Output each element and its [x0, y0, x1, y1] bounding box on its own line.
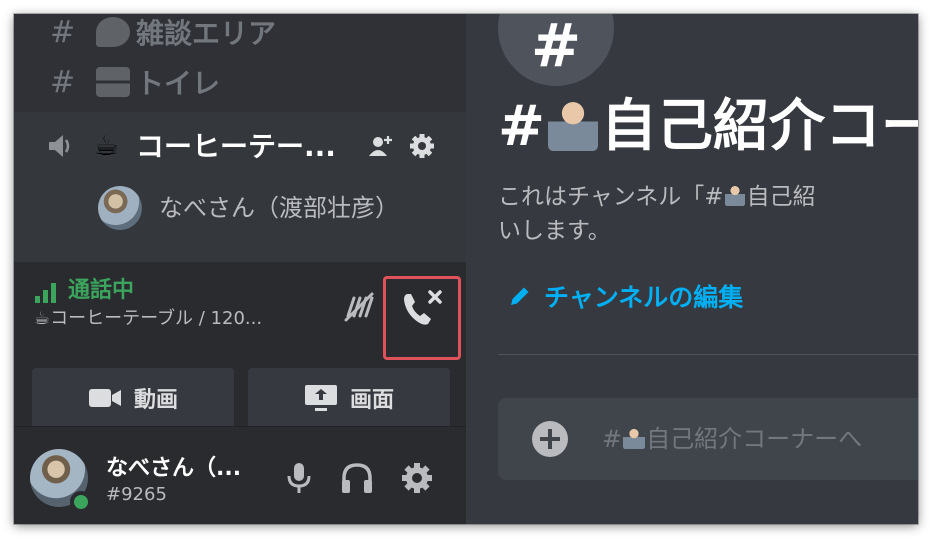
video-label: 動画	[133, 388, 178, 413]
message-composer[interactable]: # 自己紹介コーナーへ	[498, 398, 918, 480]
signal-bars-icon[interactable]	[34, 280, 58, 304]
raising-hand-emoji-icon	[547, 97, 599, 151]
title-text: 自己紹介コー	[600, 94, 918, 159]
edit-channel-label: チャンネルの編集	[544, 283, 744, 312]
disconnect-call-icon[interactable]	[400, 288, 444, 330]
user-tag[interactable]: #9265	[106, 483, 167, 507]
description-line2: いします。	[498, 218, 611, 244]
channel-description: これはチャンネル「# 自己紹 いします。	[498, 180, 918, 248]
channel-name: トイレ	[136, 67, 221, 100]
coffee-icon: ☕	[94, 129, 120, 162]
connection-status[interactable]: 通話中	[68, 276, 134, 306]
invite-icon[interactable]	[368, 134, 394, 158]
edit-channel-link[interactable]: チャンネルの編集	[508, 278, 743, 314]
text-channel-icon: #	[50, 14, 76, 50]
microphone-icon[interactable]	[284, 461, 314, 495]
camera-icon	[88, 389, 121, 407]
title-hash: #	[498, 94, 545, 159]
voice-channel-name: コーヒーテー...	[136, 130, 336, 163]
speech-bubble-icon	[96, 17, 130, 47]
username[interactable]: なべさん（...	[106, 455, 241, 483]
channel-item-zatsudan[interactable]: # 雑談エリア	[14, 14, 466, 52]
placeholder-hash: #	[602, 425, 623, 453]
channel-icon-circle: #	[498, 14, 614, 86]
gear-icon[interactable]	[408, 132, 436, 160]
member-name: なべさん（渡部壮彦）	[159, 194, 399, 222]
user-panel: なべさん（... #9265	[14, 426, 466, 524]
voice-channel-item[interactable]: ☕ コーヒーテー...	[14, 126, 466, 166]
voice-connection-panel: 通話中 ☕コーヒーテーブル / 120... 動画 画面	[14, 262, 466, 428]
raising-hand-emoji-icon	[623, 426, 645, 450]
connected-channel[interactable]: ☕コーヒーテーブル / 120...	[34, 306, 262, 332]
screen-share-button[interactable]: 画面	[248, 368, 450, 428]
placeholder-text: 自己紹介コーナーへ	[646, 425, 863, 453]
channel-main: # # 自己紹介コー これはチャンネル「# 自己紹 いします。 チャンネルの編集 #…	[466, 14, 918, 524]
voice-channel-section: ☕ コーヒーテー... なべさん（渡部壮彦）	[14, 112, 466, 262]
video-button[interactable]: 動画	[32, 368, 234, 428]
avatar	[98, 186, 142, 230]
text-channel-icon: #	[50, 64, 76, 100]
channel-welcome-title: # 自己紹介コー	[498, 94, 918, 160]
channel-item-toilet[interactable]: # トイレ	[14, 62, 466, 102]
channel-sidebar: # 雑談エリア # トイレ ☕ コーヒーテー... なべさん（渡部壮彦） 通話中…	[14, 14, 466, 524]
speaker-icon	[49, 135, 70, 157]
toilet-icon	[96, 67, 130, 97]
app-frame: # 雑談エリア # トイレ ☕ コーヒーテー... なべさん（渡部壮彦） 通話中…	[14, 14, 918, 524]
channel-name: 雑談エリア	[136, 17, 277, 50]
headphones-icon[interactable]	[340, 461, 374, 495]
add-attachment-icon[interactable]	[532, 421, 568, 457]
screen-share-icon	[304, 385, 337, 411]
description-text-cont: 自己紹	[746, 184, 816, 210]
online-status-indicator	[70, 491, 92, 513]
description-text: これはチャンネル「#	[498, 184, 724, 210]
gear-icon[interactable]	[400, 461, 434, 495]
raising-hand-emoji-icon	[724, 184, 746, 207]
message-input[interactable]: # 自己紹介コーナーへ	[602, 422, 862, 456]
hash-icon: #	[530, 14, 582, 81]
screen-label: 画面	[349, 388, 394, 413]
voice-member[interactable]: なべさん（渡部壮彦）	[14, 184, 466, 234]
pencil-icon	[511, 287, 529, 305]
noise-suppression-icon[interactable]	[342, 290, 376, 324]
divider	[498, 354, 918, 355]
